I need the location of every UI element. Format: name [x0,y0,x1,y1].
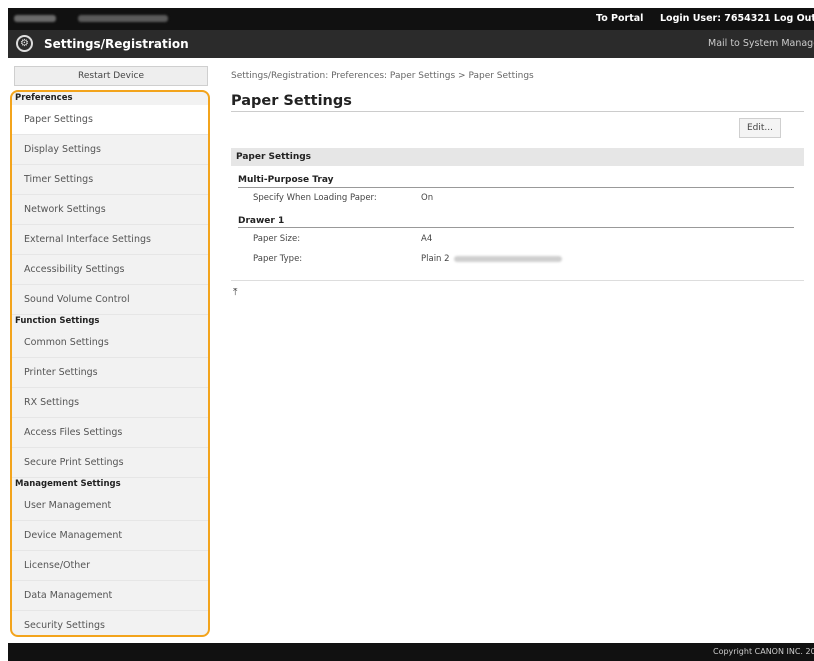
row-label: Paper Size: [253,234,301,244]
to-portal-link[interactable]: To Portal [596,13,643,24]
row-value: Plain 2 [421,254,562,264]
redacted-paper-weight [453,255,562,262]
top-bar: To Portal Login User: 7654321 Log Out [8,8,814,30]
edit-button[interactable]: Edit... [739,118,781,138]
sidebar-highlight-frame [10,90,210,637]
login-user-info[interactable]: Login User: 7654321 Log Out [660,13,814,24]
row-label: Specify When Loading Paper: [253,193,377,203]
to-top-icon[interactable]: ⤒ [233,287,237,298]
group-divider [238,227,794,228]
group-title-drawer-1: Drawer 1 [238,216,285,226]
row-label: Paper Type: [253,254,303,264]
footer: Copyright CANON INC. 2015 [8,643,814,661]
settings-gear-icon: ⚙ [16,35,33,52]
redacted-address [78,15,168,22]
copyright-text: Copyright CANON INC. 2015 [713,647,814,656]
paper-type-value: Plain 2 [421,254,450,264]
row-value: On [421,193,434,203]
mail-to-system-manager-link[interactable]: Mail to System Manager [708,38,814,49]
redacted-host [14,15,56,22]
content-end-divider [231,280,804,281]
restart-device-button[interactable]: Restart Device [14,66,208,86]
row-value: A4 [421,234,433,244]
breadcrumb: Settings/Registration: Preferences: Pape… [231,71,534,81]
app-title: Settings/Registration [44,37,189,51]
group-title-multi-purpose-tray: Multi-Purpose Tray [238,175,334,185]
app-header: ⚙ Settings/Registration Mail to System M… [8,30,814,58]
group-divider [238,187,794,188]
section-header: Paper Settings [231,148,804,166]
title-divider [231,111,804,112]
page-title: Paper Settings [231,93,352,109]
